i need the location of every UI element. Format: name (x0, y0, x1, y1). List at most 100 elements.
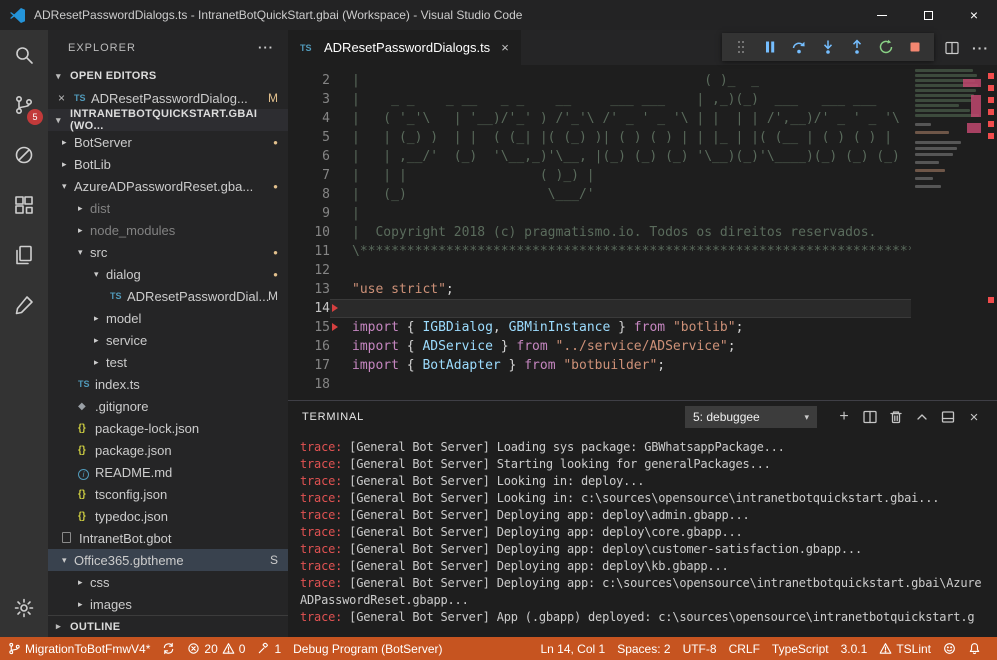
line-number: 16 (288, 337, 330, 356)
code-line-7[interactable]: 7| | | ( )_) | | (288, 166, 997, 185)
warning-icon (222, 642, 235, 655)
feedback-status[interactable] (937, 637, 962, 660)
tree-file-package-lock-json[interactable]: {}package-lock.json (48, 417, 288, 439)
sync-status[interactable] (156, 637, 181, 660)
close-panel-button[interactable]: × (961, 404, 987, 430)
split-terminal-button[interactable] (857, 404, 883, 430)
terminal-output[interactable]: trace: [General Bot Server] Loading sys … (288, 433, 997, 626)
minimize-button[interactable] (859, 0, 905, 30)
open-editor-item[interactable]: × TS ADResetPasswordDialog... M (48, 87, 288, 109)
code-line-9[interactable]: 9| | (288, 204, 997, 223)
git-branch-status[interactable]: MigrationToBotFmwV4* (0, 637, 156, 660)
kill-terminal-button[interactable] (883, 404, 909, 430)
extensions-view-button[interactable] (0, 180, 48, 230)
more-actions-icon[interactable]: ··· (258, 40, 274, 55)
toggle-panel-button[interactable] (935, 404, 961, 430)
stop-button[interactable] (902, 34, 928, 60)
code-line-15[interactable]: 15import { IGBDialog, GBMinInstance } fr… (288, 318, 997, 337)
terminal-tab[interactable]: TERMINAL (302, 411, 364, 423)
tree-folder-botserver[interactable]: ▸BotServer● (48, 131, 288, 153)
tree-folder-office365-gbtheme[interactable]: ▾Office365.gbthemeS (48, 549, 288, 571)
code-line-2[interactable]: 2| ( )_ _ | (288, 71, 997, 90)
tree-folder-service[interactable]: ▸service (48, 329, 288, 351)
source-control-view-button[interactable]: 5 (0, 80, 48, 130)
close-button[interactable]: × (951, 0, 997, 30)
workspace-section-header[interactable]: ▾ INTRANETBOTQUICKSTART.GBAI (WO... (48, 109, 288, 131)
split-editor-icon[interactable] (944, 40, 960, 56)
code-line-16[interactable]: 16import { ADService } from "../service/… (288, 337, 997, 356)
tree-file-gitignore[interactable]: ◆.gitignore (48, 395, 288, 417)
error-mark (988, 85, 994, 91)
tree-file-package-json[interactable]: {}package.json (48, 439, 288, 461)
code-line-8[interactable]: 8| (_) \___/' | (288, 185, 997, 204)
encoding-status[interactable]: UTF-8 (677, 637, 723, 660)
debug-view-button[interactable] (0, 130, 48, 180)
problems-status[interactable]: 20 0 (181, 637, 251, 660)
step-into-button[interactable] (815, 34, 841, 60)
tree-file-typedoc-json[interactable]: {}typedoc.json (48, 505, 288, 527)
code-line-10[interactable]: 10| Copyright 2018 (c) pragmatismo.io. T… (288, 223, 997, 242)
ts-version-status[interactable]: 3.0.1 (835, 637, 874, 660)
tree-folder-images[interactable]: ▸images (48, 593, 288, 615)
search-view-button[interactable] (0, 30, 48, 80)
tree-folder-dialog[interactable]: ▾dialog● (48, 263, 288, 285)
tree-folder-css[interactable]: ▸css (48, 571, 288, 593)
new-terminal-button[interactable]: + (831, 404, 857, 430)
maximize-button[interactable] (905, 0, 951, 30)
code-line-14[interactable]: 14 (288, 299, 997, 318)
tree-file-adresetpassworddial[interactable]: TSADResetPasswordDial...M (48, 285, 288, 307)
code-line-18[interactable]: 18 (288, 375, 997, 394)
code-line-6[interactable]: 6| | ,__/' (_) '\__,_)'\__, |(_) (_) (_)… (288, 147, 997, 166)
notifications-status[interactable] (962, 637, 987, 660)
minimap[interactable] (911, 65, 983, 400)
tree-folder-botlib[interactable]: ▸BotLib (48, 153, 288, 175)
debug-target-status[interactable]: Debug Program (BotServer) (287, 637, 448, 660)
code-editor[interactable]: 2| ( )_ _ |3| _ _ _ __ _ _ __ ___ ___ | … (288, 65, 997, 400)
restart-button[interactable] (873, 34, 899, 60)
tree-item-label: README.md (95, 465, 172, 480)
tree-folder-dist[interactable]: ▸dist (48, 197, 288, 219)
language-mode-status[interactable]: TypeScript (766, 637, 835, 660)
minimap-line (915, 104, 959, 107)
step-out-button[interactable] (844, 34, 870, 60)
pause-button[interactable] (757, 34, 783, 60)
tree-file-readme-md[interactable]: iREADME.md (48, 461, 288, 483)
indentation-status[interactable]: Spaces: 2 (611, 637, 676, 660)
step-over-button[interactable] (786, 34, 812, 60)
tree-folder-model[interactable]: ▸model (48, 307, 288, 329)
git-file-icon: ◆ (78, 401, 95, 412)
cursor-position-status[interactable]: Ln 14, Col 1 (534, 637, 611, 660)
edit-view-button[interactable] (0, 280, 48, 330)
pages-view-button[interactable] (0, 230, 48, 280)
tab-adresetpassworddialogs[interactable]: TS ADResetPasswordDialogs.ts × (288, 30, 521, 65)
eol-status[interactable]: CRLF (723, 637, 766, 660)
more-actions-icon[interactable]: ··· (972, 40, 989, 56)
tree-folder-src[interactable]: ▾src● (48, 241, 288, 263)
chevron-down-icon: ▾ (94, 269, 106, 280)
code-line-5[interactable]: 5| | (_) ) | | ( (_| |( (_) )| ( ) ( ) |… (288, 128, 997, 147)
code-line-13[interactable]: 13"use strict"; (288, 280, 997, 299)
code-line-4[interactable]: 4| ( '_'\ | '__)/'_' ) /'_'\ /' _ ' _ '\… (288, 109, 997, 128)
tree-file-intranetbot-gbot[interactable]: IntranetBot.gbot (48, 527, 288, 549)
tree-folder-azureadpasswordreset-gba[interactable]: ▾AzureADPasswordReset.gba...● (48, 175, 288, 197)
code-line-11[interactable]: 11\*************************************… (288, 242, 997, 261)
outline-section-header[interactable]: ▸ OUTLINE (48, 615, 288, 637)
trace-message: [General Bot Server] Looking in: c:\sour… (342, 491, 939, 505)
open-editors-header[interactable]: ▾ OPEN EDITORS (48, 65, 288, 87)
close-icon[interactable]: × (501, 40, 509, 55)
terminal-selector[interactable]: 5: debuggee ▾ (685, 406, 817, 428)
toolbar-drag-handle[interactable] (728, 34, 754, 60)
settings-button[interactable] (0, 583, 48, 633)
tree-folder-node-modules[interactable]: ▸node_modules (48, 219, 288, 241)
code-line-12[interactable]: 12 (288, 261, 997, 280)
tree-folder-test[interactable]: ▸test (48, 351, 288, 373)
tslint-status[interactable]: TSLint (873, 637, 937, 660)
close-icon[interactable]: × (58, 91, 74, 105)
code-line-3[interactable]: 3| _ _ _ __ _ _ __ ___ ___ | ,_)(_) ___ … (288, 90, 997, 109)
maximize-panel-button[interactable] (909, 404, 935, 430)
token-plain: { (399, 339, 422, 354)
running-tasks-status[interactable]: 1 (251, 637, 287, 660)
tree-file-index-ts[interactable]: TSindex.ts (48, 373, 288, 395)
code-line-17[interactable]: 17import { BotAdapter } from "botbuilder… (288, 356, 997, 375)
tree-file-tsconfig-json[interactable]: {}tsconfig.json (48, 483, 288, 505)
